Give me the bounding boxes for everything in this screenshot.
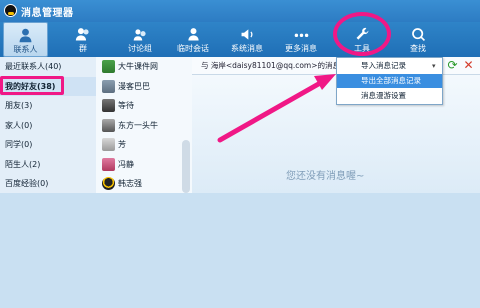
toolbar-groups[interactable]: 群 [58,22,108,57]
chevron-down-icon: ▾ [432,62,436,70]
group-baidu-jingyan[interactable]: 百度经验(0) [0,174,96,193]
contact-item[interactable]: 冯静 [96,155,192,175]
group-classmates[interactable]: 同学(0) [0,135,96,155]
toolbar-contacts[interactable]: 联系人 [3,22,48,57]
refresh-icon[interactable]: ⟳ [446,59,459,72]
contact-item[interactable]: 等待 [96,96,192,116]
avatar [102,60,115,73]
discussion-icon [133,29,146,41]
person-icon [19,28,32,43]
menu-roaming-settings[interactable]: 消息漫游设置 [337,89,442,103]
toolbar-system-messages[interactable]: 系统消息 [222,22,272,57]
group-strangers[interactable]: 陌生人(2) [0,155,96,175]
title-bar: 消息管理器 [0,0,480,22]
empty-message-text: 您还没有消息喔~ [286,171,365,182]
tools-dropdown-menu: 导入消息记录 ▾ 导出全部消息记录 消息漫游设置 [336,57,443,105]
toolbar-search[interactable]: 查找 [393,22,443,57]
toolbar-more-messages[interactable]: 更多消息 [276,22,326,57]
contact-list: 大牛课件网 漫客巴巴 等待 东方一头牛 芳 冯静 韩志强 [96,57,193,193]
toolbar-discussion[interactable]: 讨论组 [115,22,165,57]
group-family[interactable]: 家人(0) [0,116,96,136]
contact-item[interactable]: 韩志强 [96,174,192,193]
window-title: 消息管理器 [21,8,74,19]
avatar [102,99,115,112]
group-friends[interactable]: 朋友(3) [0,96,96,116]
contact-item[interactable]: 芳 [96,135,192,155]
contact-list-scrollbar[interactable] [182,140,190,193]
toolbar-temp-chat[interactable]: 临时会话 [168,22,218,57]
temp-chat-icon [187,28,199,41]
search-icon [411,28,425,42]
avatar [102,79,115,93]
main-toolbar: 联系人 群 讨论组 临时会话 系统消息 更多消息 工具 查找 [0,22,480,57]
delete-icon[interactable]: ✕ [462,59,475,72]
avatar [102,138,115,151]
avatar [102,157,115,171]
group-icon [75,28,89,41]
qq-penguin-avatar [102,177,115,190]
group-recent[interactable]: 最近联系人(40) [0,57,96,77]
menu-import-records[interactable]: 导入消息记录 ▾ [337,59,442,73]
qq-logo-icon [4,4,17,17]
contact-item[interactable]: 漫客巴巴 [96,77,192,97]
my-friends-highlight-box [0,76,64,95]
contact-item[interactable]: 东方一头牛 [96,116,192,136]
menu-export-all-records[interactable]: 导出全部消息记录 [337,74,442,88]
speaker-icon [241,29,252,40]
avatar [102,118,115,132]
tools-highlight-circle [333,12,391,56]
contact-item[interactable]: 大牛课件网 [96,57,192,77]
more-icon [294,33,308,38]
